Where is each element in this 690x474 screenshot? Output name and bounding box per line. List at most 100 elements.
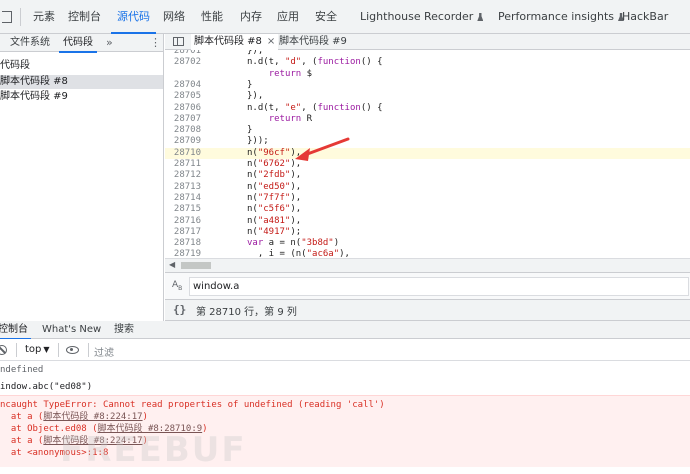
editor-status-bar: {} 第 28710 行，第 9 列 [165, 300, 690, 321]
tab-filesystem[interactable]: 文件系统 [10, 34, 50, 52]
console-output-undefined: ndefined [0, 365, 44, 375]
stack-frame: at a (脚本代码段 #8:224:17) [0, 411, 148, 423]
line-number[interactable]: 28711 [171, 159, 201, 170]
code-line[interactable]: 28707 return R [165, 114, 690, 125]
watermark: FREEBUF [60, 430, 247, 470]
code-line[interactable]: 28701}), [165, 50, 690, 57]
code-line[interactable]: 28713 n("ed50"), [165, 182, 690, 193]
panel-tab[interactable]: 控制台 [68, 0, 101, 34]
panel-tab-label: Lighthouse [360, 10, 421, 23]
new-snippet-button[interactable]: 代码段 [0, 56, 30, 71]
line-number[interactable]: 28704 [171, 80, 201, 91]
panel-tab[interactable]: 元素 [33, 0, 55, 34]
scrollbar-thumb[interactable] [181, 262, 211, 269]
tab-whats-new[interactable]: What's New [42, 321, 101, 339]
panel-tab[interactable]: 源代码 [111, 0, 156, 34]
code-text: n("4917"); [247, 226, 302, 237]
line-number[interactable]: 28717 [171, 227, 201, 238]
line-number[interactable]: 28716 [171, 216, 201, 227]
code-line[interactable]: 28719 , i = (n("ac6a"), [165, 249, 690, 258]
panel-tab[interactable]: Lighthouse [360, 0, 421, 34]
cursor-position: 第 28710 行，第 9 列 [196, 307, 297, 318]
editor-tab-snippet-9[interactable]: 脚本代码段 #9 [279, 34, 347, 50]
code-line[interactable]: 28705}), [165, 91, 690, 102]
code-line[interactable]: 28715 n("c5f6"), [165, 204, 690, 215]
code-line[interactable]: 28712 n("2fdb"), [165, 170, 690, 181]
panel-tab[interactable]: 安全 [315, 0, 337, 34]
panel-tab-label: HackBar [622, 10, 669, 23]
editor-tab-snippet-8[interactable]: 脚本代码段 #8 × [191, 34, 279, 50]
console-filter-input[interactable]: 过滤 [94, 344, 114, 359]
toggle-navigator-icon[interactable] [173, 37, 184, 46]
horizontal-scrollbar[interactable]: ◀ [165, 258, 690, 272]
line-number[interactable]: 28719 [171, 249, 201, 258]
snippet-item[interactable]: 脚本代码段 #9 [0, 90, 163, 104]
scroll-left-icon[interactable]: ◀ [169, 260, 175, 269]
code-editor[interactable]: 28701}), 28702 n.d(t, "d", (function() { r… [165, 50, 690, 258]
code-line[interactable]: 28710 n("96cf"), [165, 147, 690, 159]
stack-frame-text: at a ( [0, 436, 44, 446]
code-line[interactable]: 28717 n("4917"); [165, 227, 690, 238]
code-text: n("96cf"), [247, 147, 302, 158]
code-line[interactable]: 28702 n.d(t, "d", (function() { [165, 57, 690, 68]
line-number[interactable]: 28710 [171, 148, 201, 159]
snippet-item[interactable]: 脚本代码段 #8 [0, 75, 163, 89]
line-number[interactable]: 28714 [171, 193, 201, 204]
tab-snippets[interactable]: 代码段 [59, 34, 97, 53]
source-link[interactable]: 脚本代码段 #8:224:17 [43, 412, 142, 422]
panel-tab[interactable]: Performance insights [498, 0, 625, 34]
line-number[interactable]: 28712 [171, 170, 201, 181]
more-tabs-icon[interactable]: » [106, 34, 113, 51]
toolbar-divider [58, 343, 59, 357]
experimental-flask-icon [477, 13, 484, 21]
code-line[interactable]: 28708} [165, 125, 690, 136]
devtools-panel-tabs: 元素 控制台 源代码 网络 性能 内存 应用 安全 Lighthouse Recorder Perf… [0, 0, 690, 34]
inspect-element-icon[interactable] [2, 11, 12, 23]
live-expression-eye-icon[interactable] [66, 346, 79, 354]
line-number[interactable]: 28718 [171, 238, 201, 249]
code-line[interactable]: 28711 n("6762"), [165, 159, 690, 170]
search-input[interactable]: window.a [189, 277, 689, 296]
code-line[interactable]: 28704} [165, 80, 690, 91]
code-text: , i = (n("ac6a"), [247, 249, 350, 258]
code-line[interactable]: 28716 n("a481"), [165, 216, 690, 227]
code-line[interactable]: return $ [165, 69, 690, 80]
line-number[interactable]: 28715 [171, 204, 201, 215]
line-number[interactable]: 28708 [171, 125, 201, 136]
code-line[interactable]: 28714 n("7f7f"), [165, 193, 690, 204]
sources-navigator: 文件系统 代码段 » ⋮ 代码段 脚本代码段 #8 脚本代码段 #9 [0, 34, 164, 321]
context-label: top [25, 344, 42, 355]
console-toolbar: top ▼ 过滤 [0, 339, 690, 361]
match-case-icon[interactable]: AB [172, 280, 182, 292]
navigator-tabs: 文件系统 代码段 » ⋮ [0, 34, 163, 53]
code-text: n("6762"), [247, 159, 302, 169]
line-number[interactable]: 28702 [171, 57, 201, 68]
tab-search[interactable]: 搜索 [114, 321, 134, 339]
clear-console-icon[interactable] [0, 345, 7, 355]
panel-tab[interactable]: 内存 [240, 0, 262, 34]
navigator-menu-icon[interactable]: ⋮ [150, 36, 161, 50]
panel-tab[interactable]: Recorder [424, 0, 484, 34]
drawer-tabs: 控制台 What's New 搜索 [0, 321, 690, 340]
code-line[interactable]: 28706 n.d(t, "e", (function() { [165, 103, 690, 114]
code-text: n("2fdb"), [247, 170, 302, 181]
line-number[interactable]: 28701 [171, 50, 201, 57]
panel-tab[interactable]: 网络 [163, 0, 185, 34]
pretty-print-icon[interactable]: {} [173, 303, 186, 316]
code-line[interactable]: 28718 var a = n("3b8d") [165, 238, 690, 249]
line-number[interactable]: 28705 [171, 91, 201, 102]
code-text: n("ed50"), [247, 181, 302, 192]
tab-console[interactable]: 控制台 [0, 321, 31, 340]
panel-tab[interactable]: HackBar [622, 0, 668, 34]
panel-tab[interactable]: 性能 [201, 0, 223, 34]
panel-tab[interactable]: 应用 [277, 0, 299, 34]
line-number[interactable]: 28713 [171, 182, 201, 193]
line-number[interactable]: 28709 [171, 136, 201, 147]
close-tab-icon[interactable]: × [267, 36, 275, 47]
context-selector[interactable]: top ▼ [25, 344, 50, 355]
line-number[interactable]: 28706 [171, 103, 201, 114]
code-text: return $ [268, 68, 313, 79]
editor-tabs: 脚本代码段 #8 × 脚本代码段 #9 [165, 34, 690, 50]
line-number[interactable]: 28707 [171, 114, 201, 125]
code-line[interactable]: 28709})); [165, 136, 690, 147]
